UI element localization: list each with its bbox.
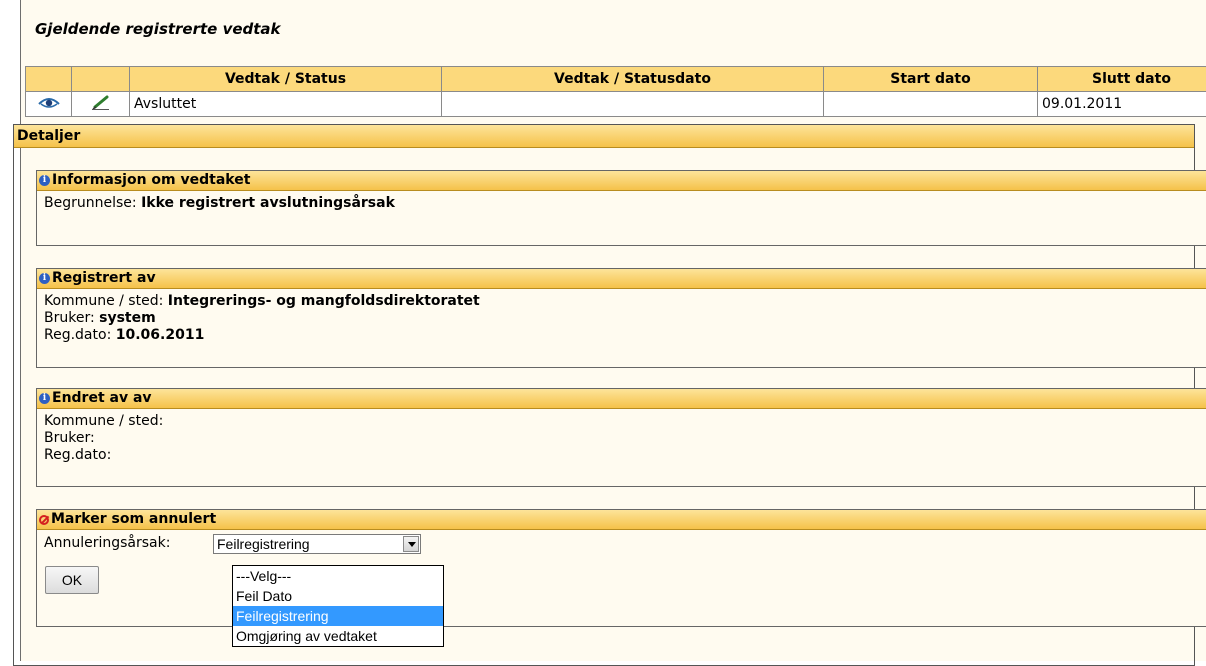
table-row: Avsluttet 09.01.2011: [26, 92, 1206, 117]
chevron-down-icon[interactable]: [403, 536, 419, 552]
ok-button[interactable]: OK: [45, 566, 99, 594]
dropdown-option[interactable]: ---Velg---: [233, 566, 443, 586]
page-title: Gjeldende registrerte vedtak: [35, 20, 281, 38]
annuler-section-title: Marker som annulert: [51, 510, 216, 529]
column-header-statusdato: Vedtak / Statusdato: [442, 67, 824, 92]
bruker-value: system: [99, 310, 156, 326]
registrert-section-title: Registrert av: [52, 269, 156, 288]
info-section-title: Informasjon om vedtaket: [52, 171, 250, 190]
annuler-section: Marker som annulert Annuleringsårsak: Fe…: [36, 509, 1206, 627]
eye-icon[interactable]: [38, 95, 60, 109]
info-icon: i: [39, 393, 50, 404]
table-header-row: Vedtak / Status Vedtak / Statusdato Star…: [26, 67, 1206, 92]
edit-cell[interactable]: [72, 92, 130, 117]
kommune-label: Kommune / sted:: [44, 293, 163, 309]
dropdown-option[interactable]: Feil Dato: [233, 586, 443, 606]
forbidden-icon: [39, 515, 49, 525]
regdato-label: Reg.dato:: [44, 327, 111, 343]
endret-section: i Endret av av Kommune / sted: Bruker: R…: [36, 388, 1206, 487]
dropdown-option-highlighted[interactable]: Feilregistrering: [233, 606, 443, 626]
info-icon: i: [39, 175, 50, 186]
begrunnelse-label: Begrunnelse:: [44, 195, 137, 211]
statusdato-cell: [442, 92, 824, 117]
info-section: i Informasjon om vedtaket Begrunnelse: I…: [36, 170, 1206, 246]
slutt-dato-cell: 09.01.2011: [1038, 92, 1206, 117]
column-header-view: [26, 67, 72, 92]
endret-regdato-label: Reg.dato:: [44, 447, 1200, 464]
view-cell[interactable]: [26, 92, 72, 117]
status-cell: Avsluttet: [130, 92, 442, 117]
column-header-status: Vedtak / Status: [130, 67, 442, 92]
vedtak-table: Vedtak / Status Vedtak / Statusdato Star…: [25, 66, 1206, 117]
column-header-start-dato: Start dato: [824, 67, 1038, 92]
begrunnelse-value: Ikke registrert avslutningsårsak: [141, 195, 395, 211]
start-dato-cell: [824, 92, 1038, 117]
column-header-edit: [72, 67, 130, 92]
details-title: Detaljer: [14, 125, 1194, 148]
endret-section-title: Endret av av: [52, 389, 152, 408]
pencil-icon[interactable]: [91, 94, 111, 110]
aarsak-dropdown-list: ---Velg--- Feil Dato Feilregistrering Om…: [232, 565, 444, 647]
column-header-slutt-dato: Slutt dato: [1038, 67, 1206, 92]
details-panel: Detaljer i Informasjon om vedtaket Begru…: [13, 124, 1195, 666]
aarsak-label: Annuleringsårsak:: [44, 535, 170, 551]
regdato-value: 10.06.2011: [116, 327, 205, 343]
aarsak-select-value: Feilregistrering: [217, 536, 310, 552]
kommune-value: Integrerings- og mangfoldsdirektoratet: [168, 293, 480, 309]
dropdown-option[interactable]: Omgjøring av vedtaket: [233, 626, 443, 646]
endret-kommune-label: Kommune / sted:: [44, 413, 1200, 430]
registrert-section: i Registrert av Kommune / sted: Integrer…: [36, 268, 1206, 368]
endret-bruker-label: Bruker:: [44, 430, 1200, 447]
bruker-label: Bruker:: [44, 310, 95, 326]
aarsak-select[interactable]: Feilregistrering: [213, 534, 421, 554]
info-icon: i: [39, 273, 50, 284]
